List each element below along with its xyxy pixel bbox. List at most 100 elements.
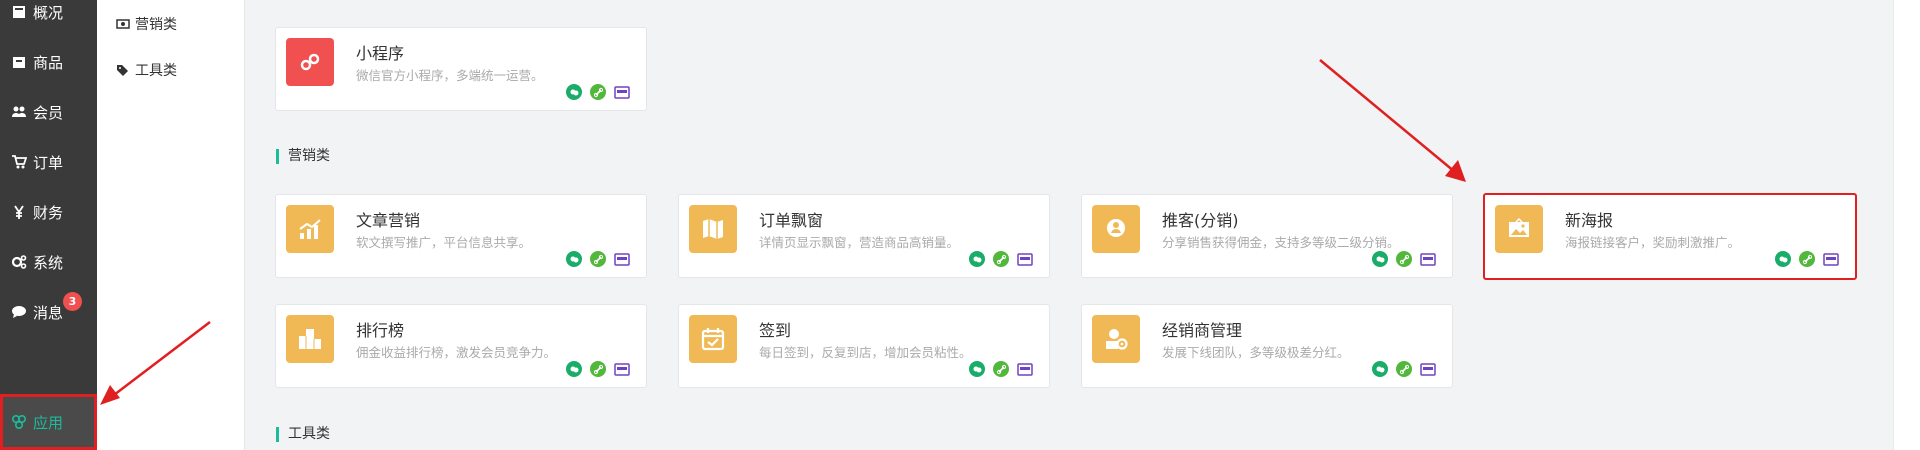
platform-badges [566,361,630,377]
main-sidebar: 概况 商品 会员 订单 财务 系统 消息 3 应用 [0,0,97,450]
card-desc: 发展下线团队，多等级极差分红。 [1162,345,1350,360]
chat-icon [12,306,26,318]
app-card-leaderboard[interactable]: 排行榜 佣金收益排行榜，激发会员竞争力。 [275,304,647,388]
wechat-icon [1372,361,1388,377]
nav-goods-label: 商品 [33,53,64,72]
link-icon [590,361,606,377]
app-card-article-marketing[interactable]: 文章营销 软文撰写推广，平台信息共享。 [275,194,647,278]
vertical-scrollbar[interactable] [1893,0,1920,450]
card-title: 排行榜 [356,321,405,340]
subnav-tools-label: 工具类 [135,63,177,79]
app-icon [614,361,630,377]
users-icon [12,106,26,117]
subnav-marketing[interactable]: 营销类 [116,14,177,34]
link-icon [1396,361,1412,377]
wechat-icon [566,84,582,100]
nav-orders-label: 订单 [33,153,64,172]
dealer-icon [1092,315,1140,363]
nav-apps-label: 应用 [33,413,64,432]
platform-badges [1372,361,1436,377]
platform-badges [969,361,1033,377]
link-icon [993,361,1009,377]
nav-apps[interactable]: 应用 [0,394,97,450]
link-icon [590,251,606,267]
arrow-to-poster-line [1319,59,1456,173]
miniprogram-icon [286,38,334,86]
card-title: 订单飘窗 [759,211,824,230]
app-card-order-popup[interactable]: 订单飘窗 详情页显示飘窗，营造商品高销量。 [678,194,1050,278]
unread-badge: 3 [63,292,82,311]
link-icon [590,84,606,100]
nav-finance-label: 财务 [33,203,64,222]
app-card-new-poster[interactable]: 新海报 海报链接客户，奖励刺激推广。 [1483,193,1857,280]
wechat-icon [566,361,582,377]
nav-overview-label: 概况 [33,3,64,22]
nav-system-label: 系统 [33,253,64,272]
app-icon [1823,251,1839,267]
card-title: 新海报 [1565,211,1614,230]
link-icon [993,251,1009,267]
platform-badges [1775,251,1839,267]
card-desc: 详情页显示飘窗，营造商品高销量。 [759,235,960,250]
platform-badges [1372,251,1436,267]
wechat-icon [566,251,582,267]
nav-goods[interactable]: 商品 [0,40,97,84]
user-pin-icon [1092,205,1140,253]
link-icon [1799,251,1815,267]
card-desc: 海报链接客户，奖励刺激推广。 [1565,235,1741,250]
app-icon [614,251,630,267]
tags-icon [117,65,128,76]
app-card-miniprogram[interactable]: 小程序 微信官方小程序，多端统一运营。 [275,27,647,111]
subnav-tools[interactable]: 工具类 [116,60,177,80]
app-card-distribution[interactable]: 推客(分销) 分享销售获得佣金，支持多等级二级分销。 [1081,194,1453,278]
wechat-icon [969,251,985,267]
box-icon [13,57,25,68]
section-title-marketing: 营销类 [276,149,330,164]
nav-system[interactable]: 系统 [0,240,97,284]
app-icon [1017,361,1033,377]
app-icon [1420,361,1436,377]
yen-icon [14,205,24,219]
nav-overview[interactable]: 概况 [0,0,97,34]
apps-cluster-icon [11,414,27,430]
cart-icon [12,155,27,169]
app-icon [1017,251,1033,267]
calendar-check-icon [689,315,737,363]
gears-icon [11,255,27,269]
app-icon [614,84,630,100]
podium-icon [286,315,334,363]
picture-icon [1495,205,1543,253]
wechat-icon [1372,251,1388,267]
wechat-icon [1775,251,1791,267]
card-title: 推客(分销) [1162,211,1239,230]
card-title: 签到 [759,321,792,340]
map-icon [689,205,737,253]
card-desc: 每日签到，反复到店，增加会员粘性。 [759,345,972,360]
app-card-checkin[interactable]: 签到 每日签到，反复到店，增加会员粘性。 [678,304,1050,388]
card-desc: 软文撰写推广，平台信息共享。 [356,235,532,250]
subnav-marketing-label: 营销类 [135,17,177,33]
chart-icon [286,205,334,253]
app-card-dealer-management[interactable]: 经销商管理 发展下线团队，多等级极差分红。 [1081,304,1453,388]
nav-members[interactable]: 会员 [0,90,97,134]
card-title: 小程序 [356,44,405,63]
nav-messages-label: 消息 [33,303,64,322]
app-icon [1420,251,1436,267]
nav-members-label: 会员 [33,103,64,122]
card-desc: 佣金收益排行榜，激发会员竞争力。 [356,345,557,360]
overview-icon [13,6,25,18]
card-title: 文章营销 [356,211,421,230]
nav-finance[interactable]: 财务 [0,190,97,234]
nav-messages[interactable]: 消息 3 [0,290,97,334]
wechat-icon [969,361,985,377]
app-category-nav: 营销类 工具类 [97,0,245,450]
platform-badges [566,84,630,100]
card-title: 经销商管理 [1162,321,1243,340]
card-desc: 分享销售获得佣金，支持多等级二级分销。 [1162,235,1400,250]
card-desc: 微信官方小程序，多端统一运营。 [356,68,544,83]
platform-badges [566,251,630,267]
money-icon [116,19,130,29]
nav-orders[interactable]: 订单 [0,140,97,184]
link-icon [1396,251,1412,267]
section-title-tools: 工具类 [276,427,330,442]
